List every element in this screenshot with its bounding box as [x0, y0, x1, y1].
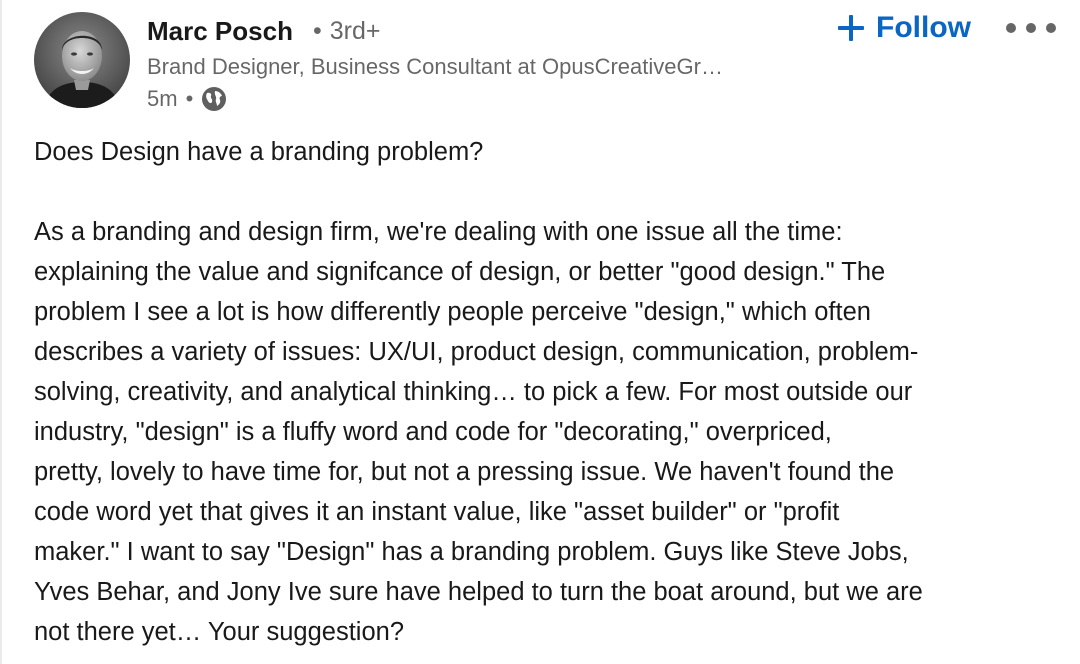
globe-icon	[201, 86, 227, 112]
meta-separator: •	[185, 86, 194, 111]
post-line: Yves Behar, and Jony Ive sure have helpe…	[34, 578, 923, 606]
more-options-button[interactable]	[1006, 16, 1056, 40]
post-line: industry, "design" is a fluffy word and …	[34, 418, 832, 446]
post-line: not there yet… Your suggestion?	[34, 618, 405, 646]
ellipsis-icon	[1006, 23, 1016, 33]
post-meta: 5m •	[147, 84, 227, 114]
degree-separator: •	[313, 17, 322, 45]
post-line: solving, creativity, and analytical thin…	[34, 378, 913, 406]
follow-button[interactable]: Follow	[838, 10, 971, 46]
post-question: Does Design have a branding problem?	[34, 138, 484, 166]
profile-photo	[34, 12, 130, 108]
post-line: code word yet that gives it an instant v…	[34, 498, 840, 526]
post-line: As a branding and design firm, we're dea…	[34, 218, 843, 246]
degree-label: 3rd+	[329, 17, 381, 45]
post-line: pretty, lovely to have time for, but not…	[34, 458, 895, 486]
ellipsis-icon	[1026, 23, 1036, 33]
post-line: maker." I want to say "Design" has a bra…	[34, 538, 909, 566]
author-avatar[interactable]	[34, 12, 130, 108]
post-line: problem I see a lot is how differently p…	[34, 298, 871, 326]
author-headline: Brand Designer, Business Consultant at O…	[147, 54, 723, 79]
post-line: explaining the value and signifcance of …	[34, 258, 886, 286]
follow-label: Follow	[876, 11, 971, 44]
plus-icon	[838, 15, 864, 41]
post-text: Does Design have a branding problem? As …	[34, 132, 1074, 652]
feed-card-border	[0, 0, 2, 664]
connection-degree: • 3rd+	[313, 15, 381, 47]
author-name[interactable]: Marc Posch	[147, 15, 293, 47]
ellipsis-icon	[1046, 23, 1056, 33]
post-line: describes a variety of issues: UX/UI, pr…	[34, 338, 919, 366]
post-time[interactable]: 5m	[147, 86, 178, 112]
